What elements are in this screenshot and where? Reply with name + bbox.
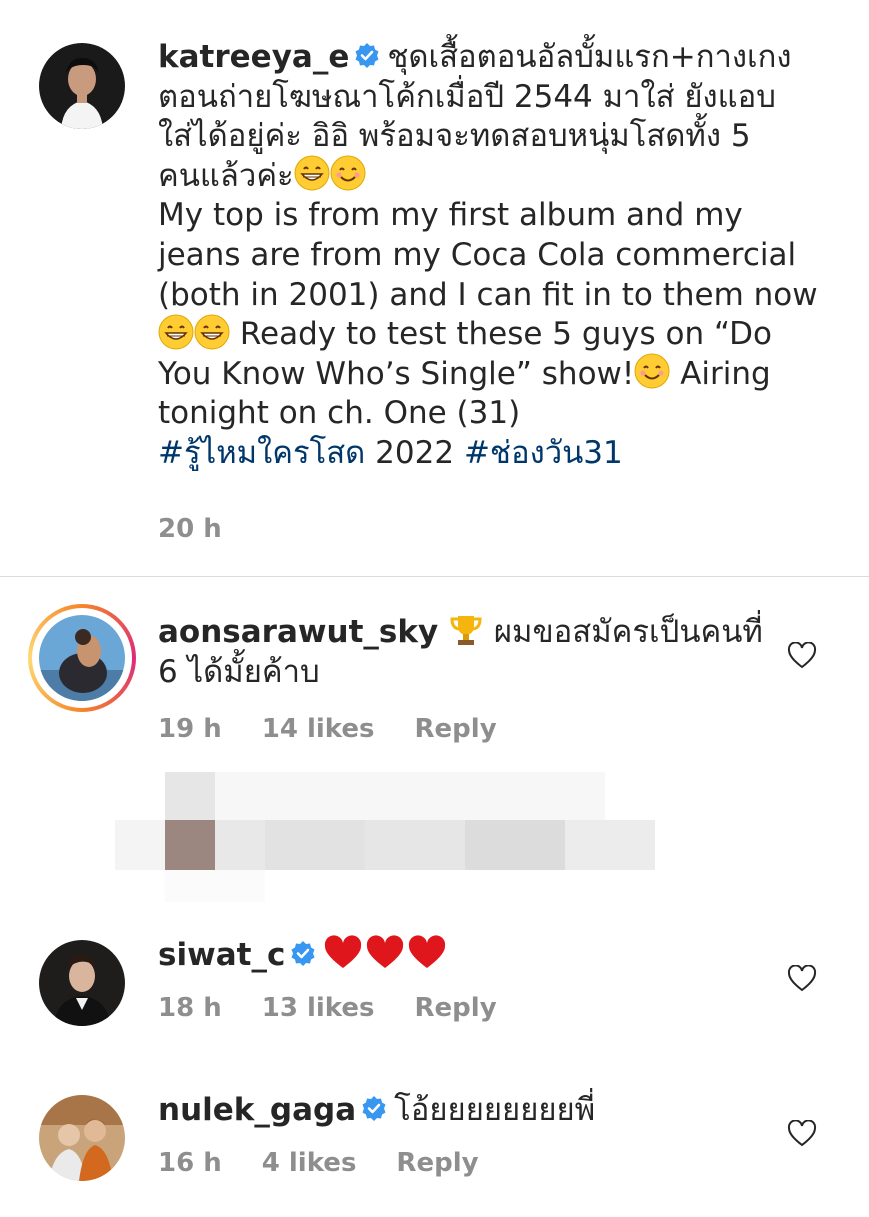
caption-english-line-5b: Airing <box>680 355 771 392</box>
comment-body: aonsarawut_sky ผมขอสมัครเป็นคนที่ 6 ได้ม… <box>158 613 778 692</box>
post-timestamp: 20 h <box>158 514 222 544</box>
like-heart-icon[interactable] <box>787 965 817 993</box>
comment-likes[interactable]: 4 likes <box>262 1148 357 1178</box>
caption-line: katreeya_e ชุดเสื้อตอนอัลบั้มแรก+กางเกง <box>158 38 838 78</box>
caption-english-line-5a: You Know Who’s Single” show! <box>158 355 635 392</box>
grinning-emoji <box>294 155 330 191</box>
caption-hashtags: #รู้ไหมใครโสด 2022 #ช่องวัน31 <box>158 434 838 474</box>
pixelated-redaction <box>115 772 655 902</box>
comment-body: siwat_c <box>158 934 778 976</box>
grinning-emoji <box>158 314 194 350</box>
comment-avatar[interactable] <box>28 604 136 712</box>
comment-timestamp: 19 h <box>158 714 222 744</box>
comment-timestamp: 16 h <box>158 1148 222 1178</box>
reply-button[interactable]: Reply <box>415 993 497 1023</box>
comment-line: siwat_c <box>158 934 778 976</box>
comment-avatar[interactable] <box>39 1095 125 1181</box>
red-heart-emoji <box>325 934 446 968</box>
caption-line: You Know Who’s Single” show! Airing <box>158 353 838 395</box>
comment-username[interactable]: aonsarawut_sky <box>158 614 438 650</box>
comment-timestamp: 18 h <box>158 993 222 1023</box>
verified-badge-icon <box>362 1095 386 1121</box>
smiling-emoji <box>634 353 670 389</box>
post-author-avatar[interactable] <box>39 43 125 129</box>
comment-body: nulek_gaga โอ้ยยยยยยยยพี่ <box>158 1091 778 1131</box>
comment-line: nulek_gaga โอ้ยยยยยยยยพี่ <box>158 1091 778 1131</box>
reply-button[interactable]: Reply <box>415 714 497 744</box>
verified-badge-icon <box>355 42 379 68</box>
comment-text-line-1: ผมขอสมัครเป็นคนที่ <box>493 614 763 650</box>
post-meta: 20 h <box>158 514 262 544</box>
comment-meta: 19 h 14 likes Reply <box>158 714 537 744</box>
caption-english-line-3: (both in 2001) and I can fit in to them … <box>158 276 818 313</box>
caption-thai-line-2: ตอนถ่ายโฆษณาโค้กเมื่อปี 2544 มาใส่ ยังแอ… <box>158 78 776 115</box>
like-heart-icon[interactable] <box>787 642 817 670</box>
comment-line: aonsarawut_sky ผมขอสมัครเป็นคนที่ <box>158 613 778 653</box>
comment-text-line-1: โอ้ยยยยยยยยพี่ <box>394 1092 596 1128</box>
hashtag-year: 2022 <box>375 434 455 471</box>
divider <box>0 576 869 577</box>
like-heart-icon[interactable] <box>787 1120 817 1148</box>
comment-meta: 16 h 4 likes Reply <box>158 1148 519 1178</box>
caption-thai-line-1: ชุดเสื้อตอนอัลบั้มแรก+กางเกง <box>387 39 792 75</box>
comment-avatar[interactable] <box>39 940 125 1026</box>
comment-likes[interactable]: 13 likes <box>262 993 375 1023</box>
comment-likes[interactable]: 14 likes <box>262 714 375 744</box>
comment-meta: 18 h 13 likes Reply <box>158 993 537 1023</box>
comment-username[interactable]: siwat_c <box>158 937 285 973</box>
caption-english-line-2: jeans are from my Coca Cola commercial <box>158 236 797 273</box>
caption-english-line-4: Ready to test these 5 guys on “Do <box>239 316 772 353</box>
caption-line: คนแล้วค่ะ <box>158 155 838 197</box>
reply-button[interactable]: Reply <box>396 1148 478 1178</box>
caption-english-line-6: tonight on ch. One (31) <box>158 395 521 432</box>
verified-badge-icon <box>291 940 315 966</box>
smiling-emoji <box>330 155 366 191</box>
caption-thai-line-3: ใส่ได้อยู่ค่ะ อิอิ พร้อมจะทดสอบหนุ่มโสดท… <box>158 118 751 155</box>
caption-line: Ready to test these 5 guys on “Do <box>158 314 838 355</box>
post-caption: katreeya_e ชุดเสื้อตอนอัลบั้มแรก+กางเกง ต… <box>158 38 838 474</box>
trophy-emoji <box>450 615 482 645</box>
comment-username[interactable]: nulek_gaga <box>158 1092 356 1128</box>
comment-text-line-2: 6 ได้มั้ยค้าบ <box>158 653 320 690</box>
caption-thai-line-4: คนแล้วค่ะ <box>158 157 294 194</box>
hashtag-link[interactable]: #รู้ไหมใครโสด <box>158 435 365 471</box>
grinning-emoji <box>194 314 230 350</box>
hashtag-link[interactable]: #ช่องวัน31 <box>464 435 623 471</box>
post-username[interactable]: katreeya_e <box>158 39 349 75</box>
caption-english-line-1: My top is from my first album and my <box>158 197 743 234</box>
